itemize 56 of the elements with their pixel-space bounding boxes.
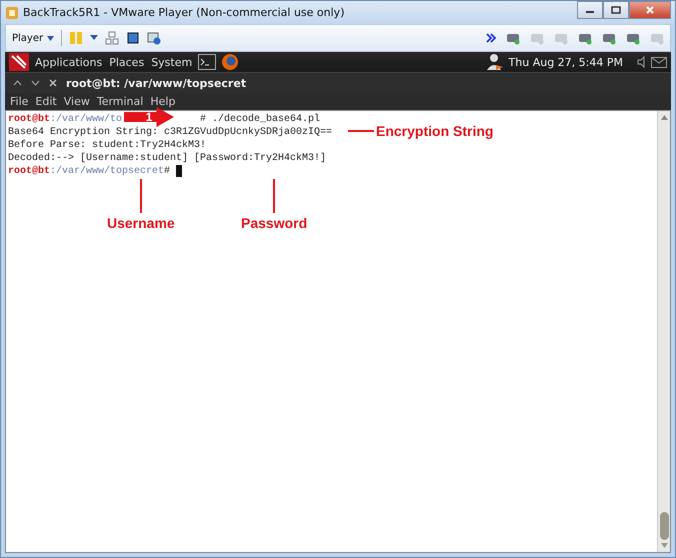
prompt-path: :/var/www/to (50, 113, 122, 126)
terminal-text: Before Parse: student:Try2H4ckM3! (8, 139, 206, 152)
panel-menu-item[interactable]: Places (108, 56, 146, 68)
dragon-logo-icon[interactable] (9, 53, 29, 71)
chevron-down-icon[interactable] (31, 80, 40, 86)
player-menu-button[interactable]: Player (12, 32, 54, 44)
terminal-icon[interactable] (198, 54, 216, 70)
window-icon[interactable] (147, 31, 162, 45)
prompt-user: root@bt (8, 113, 50, 126)
speaker-icon[interactable] (636, 56, 646, 68)
panel-menu-item[interactable]: System (150, 56, 194, 68)
chevron-icon[interactable] (486, 33, 496, 43)
terminal-text: Base64 Encryption String: c3R1ZGVudDpUcnkySDRja00zIQ== (8, 126, 332, 139)
leader-line (140, 179, 142, 213)
scroll-thumb[interactable] (660, 512, 668, 540)
window-title: BackTrack5R1 - VMware Player (Non-commercial use only) (23, 6, 344, 19)
clock[interactable]: Thu Aug 27, 5:44 PM (508, 56, 623, 68)
menu-item[interactable]: Edit (35, 95, 57, 108)
network-icon[interactable] (105, 31, 120, 45)
leader-line (348, 130, 374, 132)
terminal-text: Decoded:--> [Username:student] [Password:Try2H4ckM3!] (8, 152, 326, 165)
firefox-icon[interactable] (221, 53, 240, 71)
annotation-label: Username (107, 215, 175, 231)
annotation-label: Password (241, 215, 308, 231)
menu-item[interactable]: Help (150, 95, 176, 108)
mail-icon[interactable] (651, 56, 667, 68)
device-icon[interactable] (506, 31, 520, 45)
device-icon[interactable] (602, 31, 616, 45)
close-icon[interactable] (49, 79, 57, 87)
menu-item[interactable]: Terminal (96, 95, 144, 108)
annotation-label: Encryption String (376, 123, 494, 139)
chevron-up-icon[interactable] (13, 80, 22, 86)
leader-line (273, 179, 276, 213)
terminal-text: # ./decode_base64.pl (200, 113, 320, 126)
terminal-title: root@bt: /var/www/topsecret (66, 76, 246, 90)
device-icon[interactable] (578, 31, 592, 45)
app-icon (5, 6, 19, 20)
close-button[interactable] (629, 1, 671, 19)
fullscreen-icon[interactable] (126, 31, 140, 45)
user-icon[interactable] (486, 53, 504, 71)
caret-icon[interactable] (90, 35, 98, 41)
panel-menu-item[interactable]: Applications (34, 56, 104, 68)
menu-item[interactable]: View (64, 95, 90, 108)
device-icon[interactable] (626, 31, 640, 45)
minimize-button[interactable] (577, 1, 603, 19)
scrollbar[interactable] (657, 111, 670, 552)
maximize-icon (611, 6, 621, 14)
prompt-path: :/var/www/topsecret (50, 165, 164, 178)
menu-item[interactable]: File (10, 95, 28, 108)
terminal-text: # (164, 165, 172, 178)
maximize-button[interactable] (603, 1, 629, 19)
scroll-up-icon[interactable] (660, 115, 668, 120)
close-icon (645, 6, 655, 14)
caret-icon (47, 36, 54, 40)
step-number: 1 (146, 110, 152, 124)
prompt-user: root@bt (8, 165, 50, 178)
